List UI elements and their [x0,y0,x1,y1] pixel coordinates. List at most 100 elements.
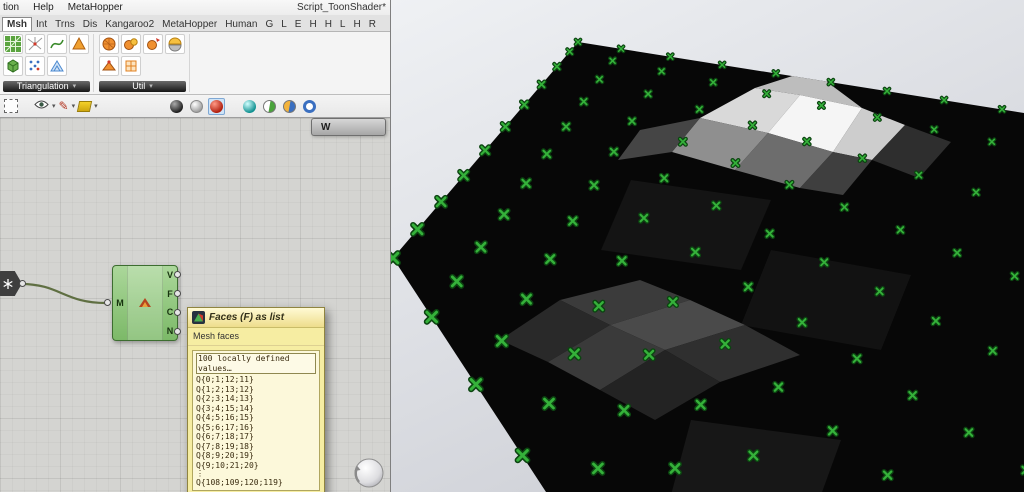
mesh-explode-icon[interactable] [143,34,163,54]
preview-off-button[interactable] [168,98,185,115]
tab-l-8[interactable]: L [277,18,291,31]
tab-g-7[interactable]: G [261,18,277,31]
menu-item-metahopper[interactable]: MetaHopper [68,2,123,13]
tab-h-10[interactable]: H [305,18,320,31]
tooltip-ellipsis: ⋮ [196,469,204,478]
mesh-wire[interactable] [20,282,107,305]
document-title: Script_ToonShader* [297,2,386,13]
facet-dome-icon[interactable] [69,34,89,54]
tooltip-value: Q{6;7;18;17} [196,432,254,441]
tooltip-value: Q{8;9;20;19} [196,451,254,460]
draw-fancy-wires-button[interactable] [261,98,278,115]
w-panel[interactable]: W [311,118,386,136]
tooltip-value: Q{5;6;17;16} [196,422,254,432]
display-mode-button[interactable] [281,98,298,115]
group-caret-icon: ▾ [72,83,77,90]
category-tab-bar: Msh Int Trns Dis Kangaroo2 MetaHopper Human G L E… [0,15,390,32]
tooltip-value: Q{1;2;13;12} [196,384,254,394]
pencil-dropdown-icon[interactable]: ▾ [72,102,76,110]
canvas-compass-widget[interactable] [352,456,386,490]
component-ribbon: Triangulation ▾ Util ▾ [0,32,390,95]
draw-fancy-wires-icon [262,99,276,113]
tab-l-12[interactable]: L [336,18,350,31]
deconstruct-mesh-component[interactable]: M V F C N [112,265,178,341]
sketch-pencil-icon[interactable]: ✎ [59,100,69,112]
mesh-component-icon [139,298,151,307]
tooltip-title: Faces (F) as list [209,312,285,323]
tooltip-value-list: 100 locally defined values… Q{0;1;12;11}… [192,350,320,491]
preview-wireframe-icon [189,99,203,113]
eye-dropdown-icon[interactable]: ▾ [52,102,56,110]
grasshopper-window: tion Help MetaHopper Script_ToonShader* … [0,0,391,492]
faces-output-port[interactable] [174,290,181,297]
snowflake-icon [2,278,13,289]
tab-r-14[interactable]: R [365,18,380,31]
faces-output-tooltip: Faces (F) as list Mesh faces 100 locally… [187,307,325,492]
mesh-input-port[interactable] [104,299,111,306]
preview-eye-icon[interactable] [34,97,49,115]
rhino-viewport[interactable] [391,0,1024,492]
input-port-label-m: M [116,298,124,308]
preview-shaded-icon [209,99,223,113]
menu-item-solution[interactable]: tion [3,2,19,13]
menu-item-help[interactable]: Help [33,2,54,13]
application-window: tion Help MetaHopper Script_ToonShader* … [0,0,1024,492]
mesh-flip-icon[interactable] [165,34,185,54]
tab-e-9[interactable]: E [291,18,306,31]
mesh-sphere-icon[interactable] [99,34,119,54]
tab-int-1[interactable]: Int [32,18,51,31]
tab-trns-2[interactable]: Trns [51,18,79,31]
mesh-weld-icon[interactable] [99,56,119,76]
tab-msh-0[interactable]: Msh [2,17,32,31]
tooltip-header: Faces (F) as list [188,308,324,328]
triangulate-curve-icon[interactable] [47,34,67,54]
display-toolbar: ▾ ✎ ▾ ▾ [0,95,390,118]
tab-h-11[interactable]: H [321,18,336,31]
mesh-patch-icon[interactable] [47,56,67,76]
preview-shaded-button[interactable] [207,97,225,115]
display-ring-icon [302,99,316,113]
points-grid-icon[interactable] [25,56,45,76]
hex-output-port[interactable] [19,280,26,287]
tooltip-summary: 100 locally defined values… [196,353,316,374]
output-port-label-c: C [166,307,174,318]
draw-icons-button[interactable] [241,98,258,115]
bucket-dropdown-icon[interactable]: ▾ [94,102,98,110]
grasshopper-canvas[interactable]: W M V F C N Faces (F) as list Mesh faces… [0,118,390,492]
draw-icons-icon [242,99,256,113]
output-port-label-f: F [167,288,173,299]
mesh-fruit-icon[interactable] [121,34,141,54]
ribbon-group-util: Util ▾ [98,34,190,92]
tooltip-value: Q{9;10;21;20} [196,460,259,470]
tooltip-last-value: Q{108;109;120;119} [196,478,283,487]
output-port-label-v: V [166,270,173,281]
tab-human-6[interactable]: Human [221,18,261,31]
selection-grid-icon[interactable] [4,99,18,113]
tooltip-value: Q{3;4;15;14} [196,403,254,413]
tooltip-value: Q{4;5;16;15} [196,413,254,422]
tab-kangaroo2-4[interactable]: Kangaroo2 [101,18,158,31]
tooltip-value: Q{0;1;12;11} [196,375,254,384]
ribbon-group-triangulation: Triangulation ▾ [2,34,94,92]
voronoi-icon[interactable] [25,34,45,54]
output-port-label-n: N [166,325,174,336]
tab-h-13[interactable]: H [349,18,364,31]
tab-dis-3[interactable]: Dis [79,18,101,31]
tab-metahopper-5[interactable]: MetaHopper [158,18,221,31]
paint-bucket-icon[interactable] [76,100,93,112]
tooltip-value: Q{7;8;19;18} [196,441,254,451]
delaunay-mesh-icon[interactable] [3,34,23,54]
display-mode-icon [282,99,296,113]
tooltip-subtitle: Mesh faces [188,328,324,346]
vertices-output-port[interactable] [174,271,181,278]
mesh-unify-icon[interactable] [121,56,141,76]
w-panel-label: W [321,121,331,133]
normals-output-port[interactable] [174,328,181,335]
mesh-box-icon[interactable] [3,56,23,76]
group-label-triangulation[interactable]: Triangulation ▾ [3,81,90,92]
colors-output-port[interactable] [174,309,181,316]
preview-wireframe-button[interactable] [188,98,205,115]
group-label-util[interactable]: Util ▾ [99,81,186,92]
display-ring-button[interactable] [301,98,318,115]
menu-bar: tion Help MetaHopper Script_ToonShader* [0,0,390,15]
